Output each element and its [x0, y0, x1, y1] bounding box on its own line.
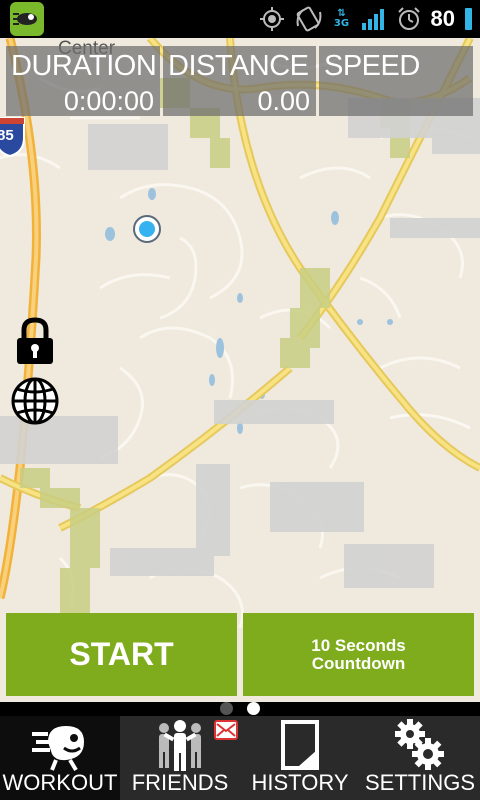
nav-settings[interactable]: SETTINGS — [360, 716, 480, 800]
nav-workout[interactable]: WORKOUT — [0, 716, 120, 800]
message-badge-icon — [214, 720, 238, 740]
page-indicator-1[interactable] — [220, 702, 233, 715]
lock-icon — [17, 317, 53, 364]
distance-label: DISTANCE — [168, 50, 309, 82]
history-icon — [281, 720, 319, 770]
nav-friends[interactable]: FRIENDS — [120, 716, 240, 800]
battery-percent: 80 — [430, 6, 455, 31]
page-indicator-2[interactable] — [247, 702, 260, 715]
start-button[interactable]: START — [6, 613, 237, 696]
speed-panel: SPEED — [319, 46, 473, 116]
distance-panel: DISTANCE 0.00 — [163, 46, 316, 116]
runner-icon — [32, 726, 84, 772]
nav-workout-label: WORKOUT — [2, 770, 118, 795]
battery-icon — [465, 8, 472, 30]
bottom-nav: WORKOUT FRIENDS HISTORY SETTINGS — [0, 716, 480, 800]
friends-icon — [159, 720, 201, 771]
data-3g-icon: ⇅ 3G — [333, 8, 350, 29]
nav-friends-label: FRIENDS — [131, 770, 229, 795]
signal-icon — [361, 9, 384, 30]
duration-value: 0:00:00 — [63, 86, 154, 116]
runner-app-icon — [10, 2, 44, 36]
rotation-icon — [296, 6, 321, 32]
network-label: 3G — [333, 18, 350, 29]
duration-label: DURATION — [11, 50, 157, 82]
status-bar: ⇅ 3G 80 — [0, 0, 480, 38]
nav-history[interactable]: HISTORY — [240, 716, 360, 800]
globe-icon — [11, 377, 59, 425]
alarm-icon — [397, 7, 420, 30]
map-view[interactable]: Center 85 DURATION 0:00:00 DISTANCE 0.00… — [0, 38, 480, 702]
current-location-marker — [133, 215, 161, 243]
highway-shield-label: 85 — [0, 127, 14, 144]
lock-map-button[interactable] — [10, 316, 60, 366]
duration-panel: DURATION 0:00:00 — [6, 46, 160, 116]
gps-icon — [259, 7, 284, 31]
nav-history-label: HISTORY — [251, 770, 349, 795]
gears-icon — [395, 719, 444, 770]
map-layer-button[interactable] — [10, 376, 60, 426]
nav-settings-label: SETTINGS — [364, 770, 475, 795]
speed-label: SPEED — [324, 50, 420, 82]
map-tiles — [0, 38, 480, 629]
countdown-button[interactable]: 10 Seconds Countdown — [243, 613, 474, 696]
distance-value: 0.00 — [257, 86, 310, 116]
